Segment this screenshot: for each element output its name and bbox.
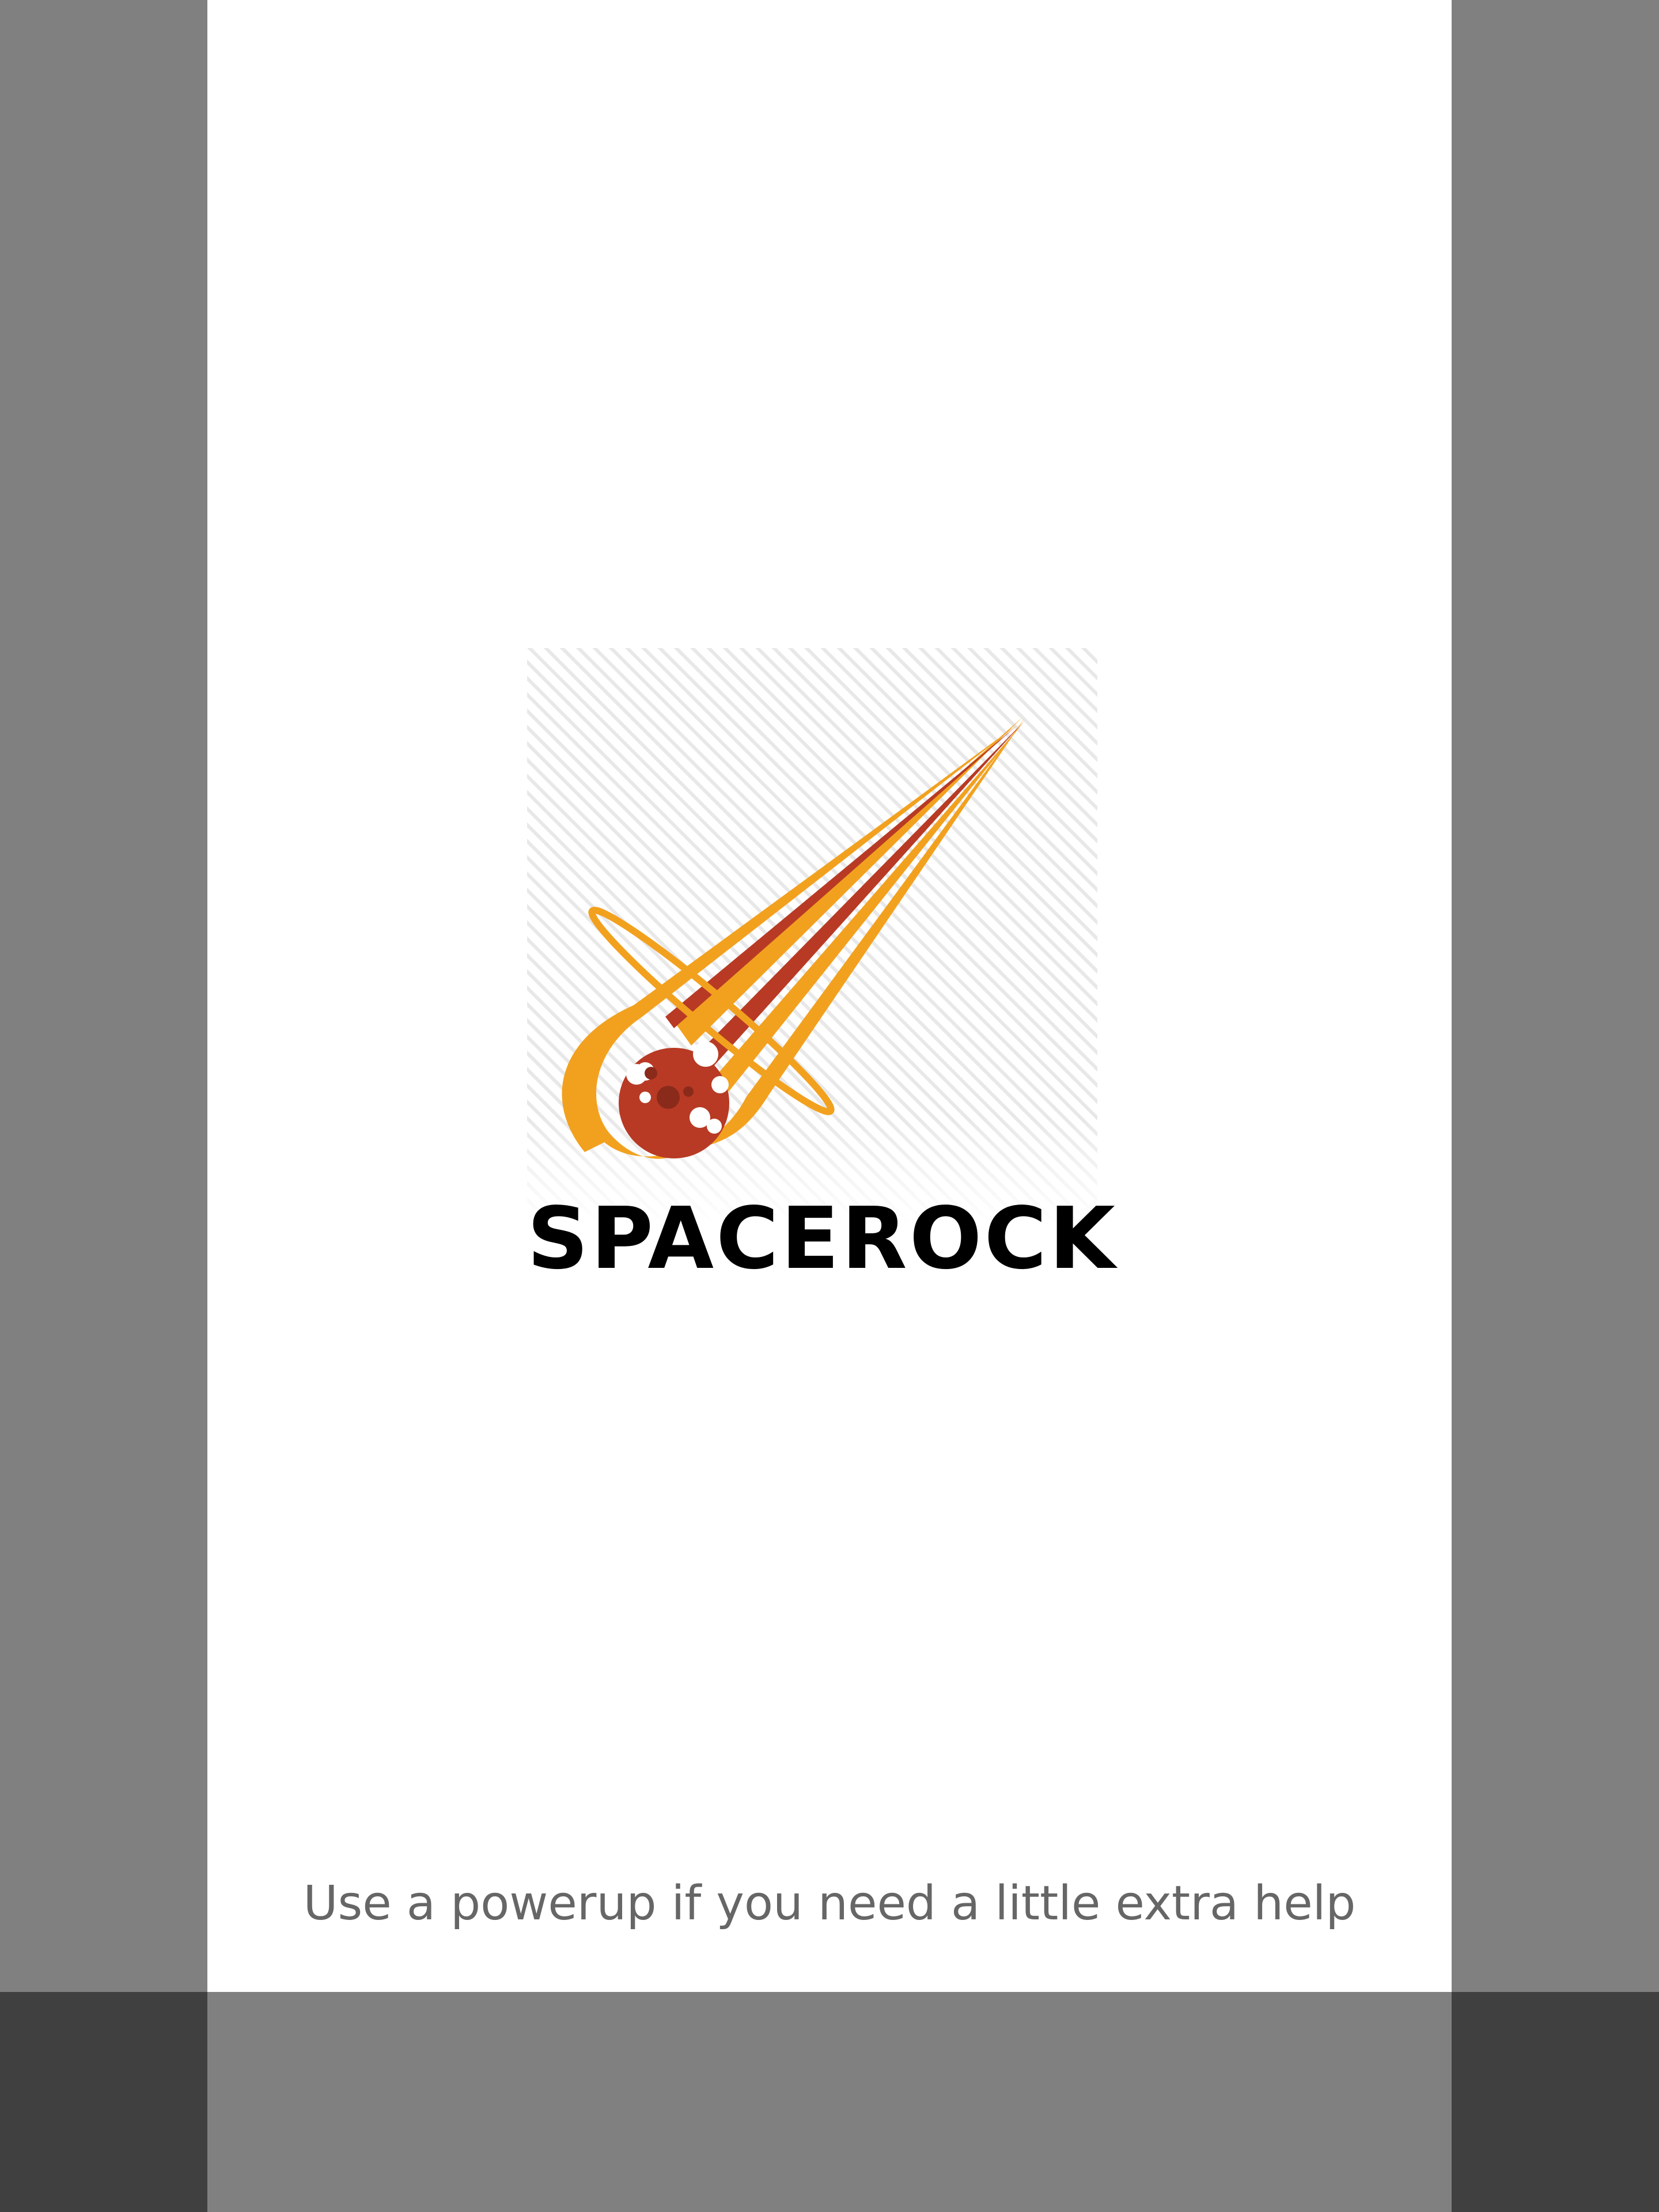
bottom-left-corner <box>0 1992 207 2212</box>
bottom-right-corner <box>1452 1992 1659 2212</box>
right-frame-bar <box>1452 0 1659 1992</box>
logo-title: SPACEROCK <box>527 1189 1118 1288</box>
app-logo: SPACEROCK <box>527 648 1118 1293</box>
left-frame-bar <box>0 0 207 1992</box>
splash-screen: SPACEROCK Use a powerup if you need a li… <box>207 0 1452 1992</box>
loading-tip: Use a powerup if you need a little extra… <box>303 1876 1356 1931</box>
bottom-bar <box>0 1992 1659 2212</box>
